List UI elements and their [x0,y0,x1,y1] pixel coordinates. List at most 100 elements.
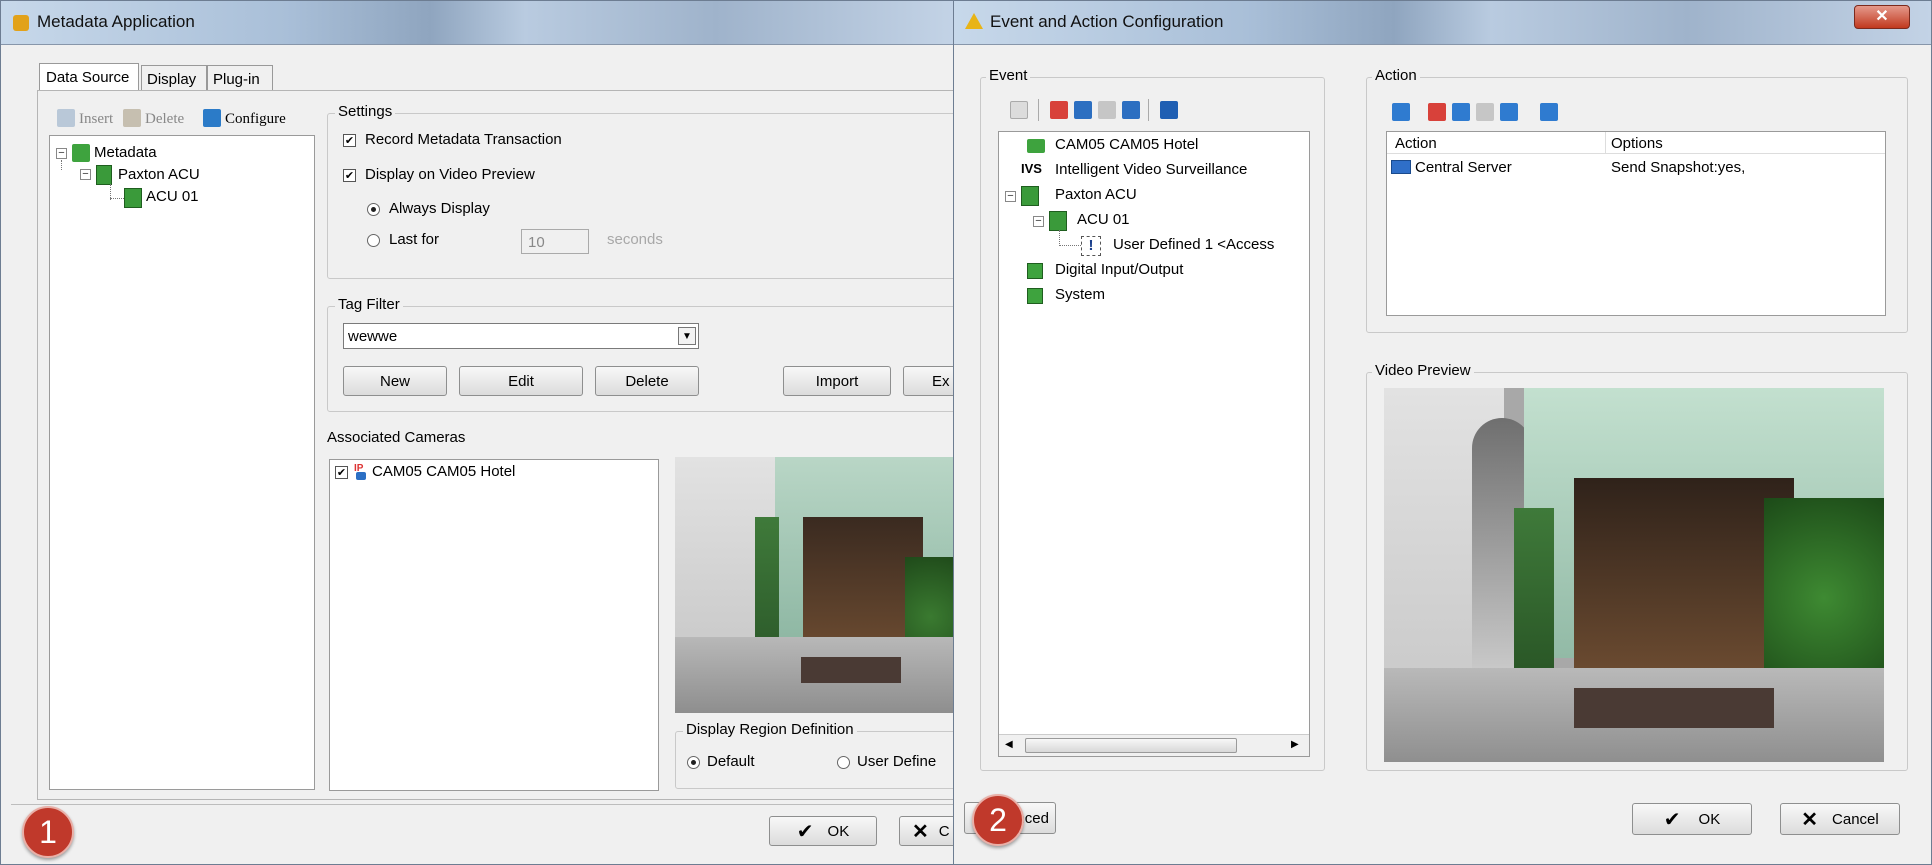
delete-icon [123,109,141,127]
delete-tag-button[interactable]: Delete [595,366,699,396]
copy-action-icon[interactable] [1452,103,1470,121]
delete-button[interactable]: Delete [145,111,184,128]
dropdown-arrow-icon[interactable]: ▼ [678,327,696,345]
event-item-paxton-acu[interactable]: Paxton ACU [1055,186,1137,203]
new-action-icon[interactable] [1392,103,1410,121]
collapse-icon[interactable]: − [1033,216,1044,227]
window-title: Metadata Application [37,12,195,31]
tree-line [1059,230,1060,246]
cancel-button[interactable]: ✕ C [899,816,954,846]
column-divider [1605,132,1606,154]
tab-plug-in[interactable]: Plug-in [207,65,273,91]
event-item-digital-io[interactable]: Digital Input/Output [1055,261,1183,278]
import-button-label: Import [815,372,859,390]
table-row[interactable]: Central Server Send Snapshot:yes, [1387,156,1885,178]
data-source-tree[interactable]: − Metadata − Paxton ACU ACU 01 [49,135,315,790]
tree-item-paxton-acu[interactable]: Paxton ACU [118,166,200,183]
configure-button[interactable]: Configure [225,111,286,128]
event-item-ivs[interactable]: Intelligent Video Surveillance [1055,161,1247,178]
export-button[interactable]: Ex [903,366,954,396]
ok-button[interactable]: ✔ OK [1632,803,1752,835]
edit-action-icon[interactable] [1500,103,1518,121]
cancel-button[interactable]: ✕ Cancel [1780,803,1900,835]
camera-checkbox[interactable]: ✔ [335,466,348,479]
event-legend: Event [986,67,1031,84]
insert-button[interactable]: Insert [79,111,113,128]
tab-label: Data Source [46,69,130,86]
event-item-acu-01[interactable]: ACU 01 [1077,211,1130,228]
always-display-radio[interactable] [367,203,380,216]
delete-action-icon[interactable] [1428,103,1446,121]
new-event-icon[interactable] [1010,101,1028,119]
camera-item[interactable]: CAM05 CAM05 Hotel [372,463,515,480]
tag-filter-legend: Tag Filter [335,296,403,313]
settings-legend: Settings [335,103,396,120]
tab-display[interactable]: Display [141,65,207,91]
edit-button[interactable]: Edit [459,366,583,396]
close-icon: ✕ [1875,8,1889,25]
new-button[interactable]: New [343,366,447,396]
event-tree[interactable]: CAM05 CAM05 Hotel IVS Intelligent Video … [998,131,1310,757]
acu-icon [124,188,142,208]
last-for-value: 10 [528,234,545,251]
scroll-right-icon[interactable]: ▶ [1291,739,1299,750]
step-badge-1: 1 [22,806,74,858]
associated-cameras-list[interactable]: ✔ IP CAM05 CAM05 Hotel [329,459,659,791]
collapse-icon[interactable]: − [80,169,91,180]
tree-item-metadata[interactable]: Metadata [94,144,157,161]
window-title-bar[interactable]: Metadata Application [1,1,954,45]
toolbar-separator [1038,99,1039,121]
close-button[interactable]: ✕ [1854,5,1910,29]
collapse-icon[interactable]: − [1005,191,1016,202]
copy-event-icon[interactable] [1074,101,1092,119]
event-item-system[interactable]: System [1055,286,1105,303]
hotel-entrance [1574,478,1794,668]
save-event-icon[interactable] [1160,101,1178,119]
video-preview-legend: Video Preview [1372,362,1474,379]
default-radio[interactable] [687,756,700,769]
default-label: Default [707,753,755,770]
record-metadata-checkbox[interactable]: ✔ [343,134,356,147]
footer-divider [11,804,954,805]
column-header-options[interactable]: Options [1611,135,1663,152]
seconds-label: seconds [607,231,663,248]
horizontal-scrollbar[interactable]: ◀ ▶ [999,734,1309,756]
mail-icon [1391,160,1411,174]
delete-event-icon[interactable] [1050,101,1068,119]
import-button[interactable]: Import [783,366,891,396]
action-cell: Central Server [1415,159,1512,176]
event-item-user-defined[interactable]: User Defined 1 <Access [1113,236,1275,253]
tab-data-source[interactable]: Data Source [39,63,139,91]
user-defined-icon: ! [1081,236,1101,256]
column-header-action[interactable]: Action [1395,135,1437,152]
digital-io-icon [1027,263,1043,279]
tree-item-acu-01[interactable]: ACU 01 [146,188,199,205]
scrollbar-thumb[interactable] [1025,738,1237,753]
delete-button-label: Delete [625,372,669,390]
cancel-label: Cancel [1832,810,1879,828]
paste-action-icon[interactable] [1476,103,1494,121]
move-event-icon[interactable] [1122,101,1140,119]
display-on-preview-checkbox[interactable]: ✔ [343,169,356,182]
tag-filter-group [327,306,954,412]
test-action-icon[interactable] [1540,103,1558,121]
scroll-left-icon[interactable]: ◀ [1005,739,1013,750]
collapse-icon[interactable]: − [56,148,67,159]
last-for-input[interactable]: 10 [521,229,589,254]
x-icon: ✕ [912,820,929,843]
ok-button[interactable]: ✔ OK [769,816,877,846]
event-action-configuration-window: Event and Action Configuration ✕ Event C… [953,0,1932,865]
window-title-bar[interactable]: Event and Action Configuration ✕ [954,1,1931,45]
step-badge-number: 2 [989,801,1007,838]
event-item-camera[interactable]: CAM05 CAM05 Hotel [1055,136,1198,153]
paste-event-icon[interactable] [1098,101,1116,119]
x-icon: ✕ [1801,808,1819,831]
user-define-radio[interactable] [837,756,850,769]
video-preview-image [1384,388,1884,762]
last-for-radio[interactable] [367,234,380,247]
system-icon [1027,288,1043,304]
tag-filter-select[interactable]: wewwe ▼ [343,323,699,349]
display-on-preview-label: Display on Video Preview [365,166,535,183]
configure-icon [203,109,221,127]
action-table[interactable]: Action Options Central Server Send Snaps… [1386,131,1886,316]
